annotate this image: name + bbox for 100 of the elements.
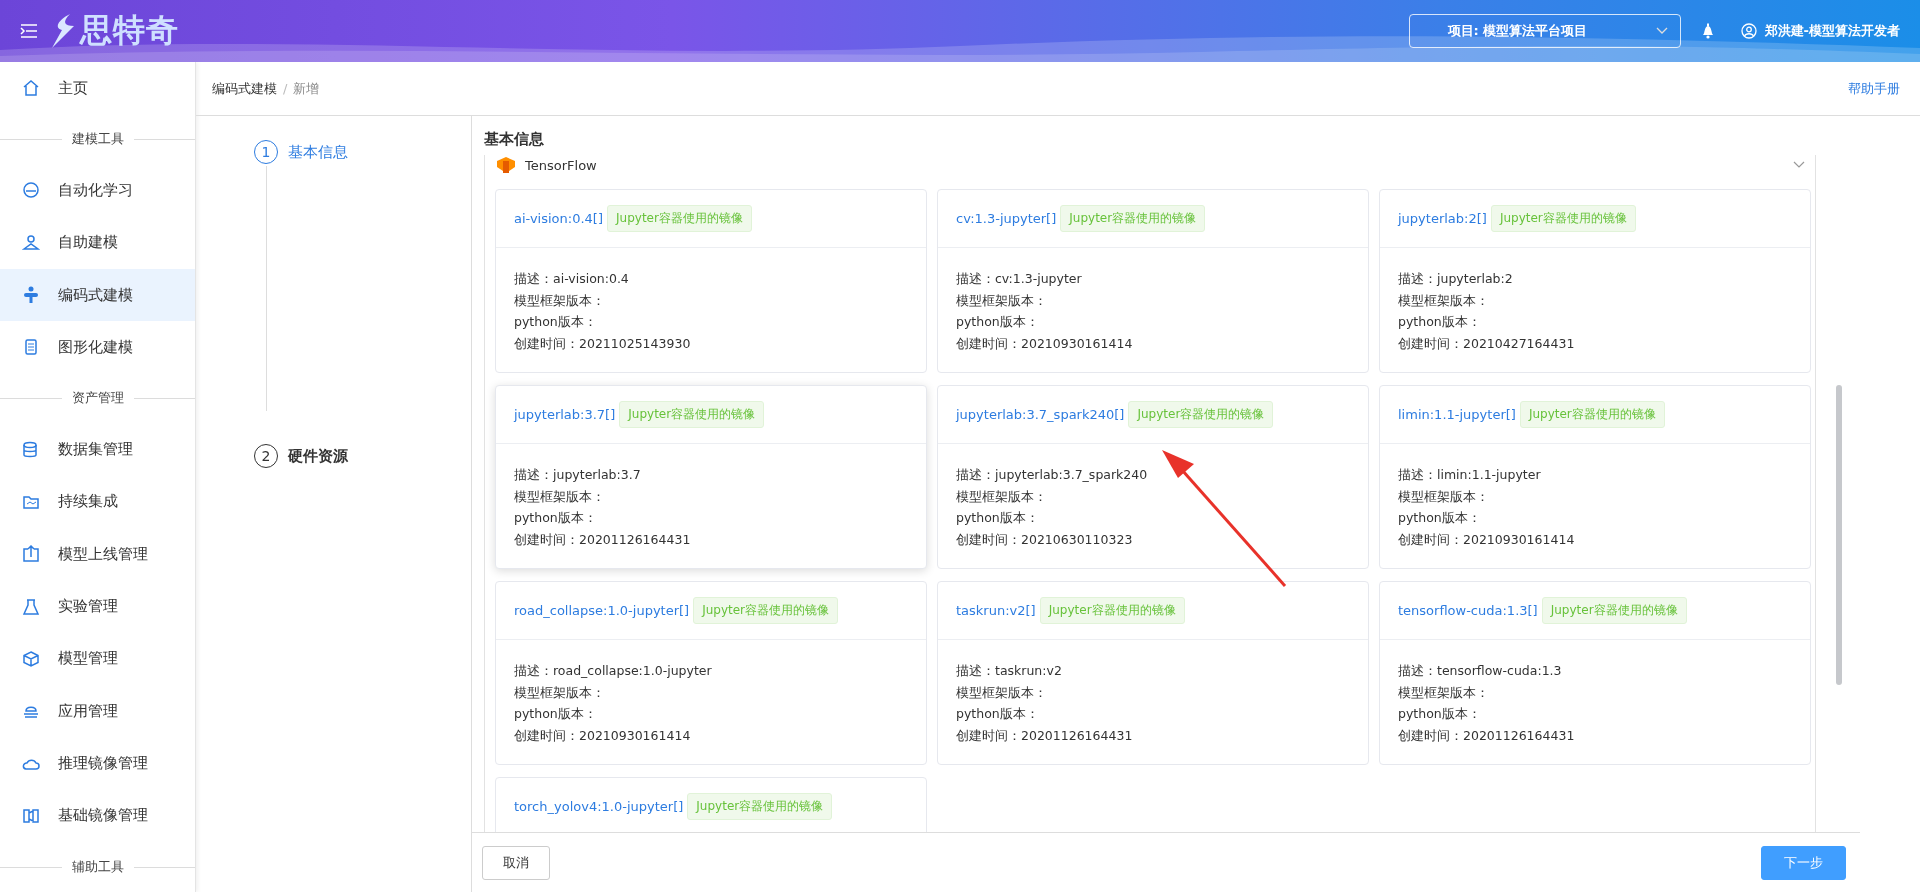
card-detail-text: 模型框架版本：: [1398, 487, 1490, 506]
card-detail-text: python版本：: [956, 509, 1040, 528]
card-detail-text: 描述：cv:1.3-jupyter: [956, 270, 1083, 288]
image-name-link[interactable]: jupyterlab:3.7[]: [514, 407, 616, 422]
chevron-down-icon: [1793, 161, 1805, 169]
sidebar-item[interactable]: 基础镜像管理: [0, 789, 195, 843]
upload-icon: [22, 545, 40, 564]
card-detail-text: python版本：: [1398, 313, 1482, 332]
bell-icon[interactable]: [1700, 23, 1715, 39]
sidebar-item[interactable]: 模型管理: [0, 632, 195, 686]
sidebar-item[interactable]: 自助建模: [0, 216, 195, 269]
chevron-down-icon: [1655, 27, 1668, 35]
sidebar-item[interactable]: 自动化学习: [0, 164, 195, 217]
image-tag: Jupyter容器使用的镜像: [1128, 401, 1274, 428]
cube-icon: [22, 649, 40, 668]
step[interactable]: 2 硬件资源: [254, 444, 348, 468]
menu-icon[interactable]: [20, 23, 38, 39]
image-tag: Jupyter容器使用的镜像: [1039, 597, 1185, 624]
breadcrumb-separator: /: [283, 80, 288, 96]
image-name-link[interactable]: ai-vision:0.4[]: [514, 211, 603, 226]
card-detail-text: 创建时间：20210930161414: [514, 726, 692, 745]
sidebar-item[interactable]: 模型上线管理: [0, 528, 195, 581]
card-detail-text: python版本：: [514, 313, 598, 332]
card-detail-text: 模型框架版本：: [956, 487, 1048, 506]
sidebar-item[interactable]: 编码式建模: [0, 268, 195, 322]
card-detail-text: python版本：: [956, 705, 1040, 724]
card-detail-text: 创建时间：20210630110323: [956, 530, 1134, 549]
card-detail-text: 描述：road_collapse:1.0-jupyter: [514, 662, 713, 680]
image-card[interactable]: limin:1.1-jupyter[] Jupyter容器使用的镜像 描述：limin:1.1-jupyter 模型框架版本： python版本： 创建时间：20210930161414: [1379, 385, 1811, 569]
image-tag: Jupyter容器使用的镜像: [1519, 401, 1665, 428]
image-name-link[interactable]: taskrun:v2[]: [956, 603, 1036, 618]
home-icon: [22, 79, 40, 98]
image-tag: Jupyter容器使用的镜像: [619, 401, 765, 428]
card-detail-text: 描述：jupyterlab:3.7_spark240: [956, 466, 1149, 484]
sidebar-item[interactable]: 数据集管理: [0, 423, 195, 476]
sidebar-item[interactable]: 推理镜像管理: [0, 737, 195, 790]
flask-icon: [22, 597, 40, 616]
step[interactable]: 1 基本信息: [254, 140, 348, 164]
card-detail-text: 创建时间：20210427164431: [1398, 334, 1576, 353]
card-detail-text: 创建时间：20201126164431: [1398, 726, 1576, 745]
user-name[interactable]: 郑洪建-模型算法开发者: [1764, 22, 1900, 40]
image-name-link[interactable]: jupyterlab:2[]: [1398, 211, 1487, 226]
card-detail-text: 描述：jupyterlab:2: [1398, 270, 1514, 288]
image-card[interactable]: cv:1.3-jupyter[] Jupyter容器使用的镜像 描述：cv:1.3-jupyter 模型框架版本： python版本： 创建时间：20210930161414: [937, 189, 1369, 373]
card-detail-text: 模型框架版本：: [514, 487, 606, 506]
image-name-link[interactable]: road_collapse:1.0-jupyter[]: [514, 603, 690, 618]
person-stack-icon: [22, 233, 40, 252]
sidebar-item[interactable]: 实验管理: [0, 580, 195, 633]
image-card[interactable]: road_collapse:1.0-jupyter[] Jupyter容器使用的镜像 描述：road_collapse:1.0-jupyter 模型框架版本： python版本： 创建时间：20210930161414: [495, 581, 927, 765]
image-card[interactable]: jupyterlab:3.7_spark240[] Jupyter容器使用的镜像 描述：jupyterlab:3.7_spark240 模型框架版本： python版本： 创建时间：20210630110323: [937, 385, 1369, 569]
help-link[interactable]: 帮助手册: [1848, 79, 1900, 98]
breadcrumb-item[interactable]: 编码式建模: [212, 80, 277, 96]
section-title: 基本信息: [483, 129, 545, 150]
card-detail-text: 模型框架版本：: [514, 291, 606, 310]
project-select[interactable]: 项目: 模型算法平台项目: [1408, 14, 1681, 48]
book-icon: [22, 807, 40, 825]
card-detail-text: 描述：ai-vision:0.4: [514, 270, 630, 288]
image-card[interactable]: jupyterlab:3.7[] Jupyter容器使用的镜像 描述：jupyterlab:3.7 模型框架版本： python版本： 创建时间：20201126164431: [495, 385, 927, 569]
sidebar-item[interactable]: 持续集成: [0, 475, 195, 529]
section-heading: 建模工具: [0, 114, 195, 165]
section-heading: 资产管理: [0, 373, 195, 424]
breadcrumb-item: 新增: [293, 80, 320, 96]
card-detail-text: 模型框架版本：: [956, 683, 1048, 702]
image-tag: Jupyter容器使用的镜像: [687, 793, 833, 820]
card-detail-text: 创建时间：20211025143930: [514, 334, 692, 353]
card-detail-text: python版本：: [1398, 509, 1482, 528]
image-name-link[interactable]: jupyterlab:3.7_spark240[]: [956, 407, 1125, 422]
image-name-link[interactable]: torch_yolov4:1.0-jupyter[]: [514, 799, 684, 814]
card-detail-text: 描述：jupyterlab:3.7: [514, 466, 642, 484]
image-card[interactable]: jupyterlab:2[] Jupyter容器使用的镜像 描述：jupyterlab:2 模型框架版本： python版本： 创建时间：20210427164431: [1379, 189, 1811, 373]
framework-group-header[interactable]: TensorFlow: [485, 155, 1815, 175]
image-card[interactable]: taskrun:v2[] Jupyter容器使用的镜像 描述：taskrun:v2 模型框架版本： python版本： 创建时间：20201126164431: [937, 581, 1369, 765]
card-detail-text: 创建时间：20210930161414: [956, 334, 1134, 353]
card-detail-text: python版本：: [514, 509, 598, 528]
document-icon: [22, 338, 40, 357]
sidebar-item[interactable]: 图形化建模: [0, 321, 195, 374]
image-tag: Jupyter容器使用的镜像: [1490, 205, 1636, 232]
image-name-link[interactable]: limin:1.1-jupyter[]: [1398, 407, 1516, 422]
image-name-link[interactable]: tensorflow-cuda:1.3[]: [1398, 603, 1538, 618]
image-tag: Jupyter容器使用的镜像: [1060, 205, 1206, 232]
image-name-link[interactable]: cv:1.3-jupyter[]: [956, 211, 1057, 226]
scrollbar-thumb[interactable]: [1836, 385, 1842, 685]
card-detail-text: python版本：: [1398, 705, 1482, 724]
project-select-value: 项目: 模型算法平台项目: [1447, 22, 1588, 40]
card-detail-text: 模型框架版本：: [514, 683, 606, 702]
user-icon[interactable]: [1740, 23, 1757, 39]
sidebar-item[interactable]: 应用管理: [0, 685, 195, 738]
image-card[interactable]: ai-vision:0.4[] Jupyter容器使用的镜像 描述：ai-vision:0.4 模型框架版本： python版本： 创建时间：20211025143930: [495, 189, 927, 373]
card-detail-text: python版本：: [514, 705, 598, 724]
card-detail-text: 描述：limin:1.1-jupyter: [1398, 466, 1542, 484]
section-heading: 辅助工具: [0, 842, 195, 892]
database-icon: [22, 440, 40, 459]
image-card[interactable]: tensorflow-cuda:1.3[] Jupyter容器使用的镜像 描述：tensorflow-cuda:1.3 模型框架版本： python版本： 创建时间：20201126164431: [1379, 581, 1811, 765]
card-detail-text: 创建时间：20201126164431: [514, 530, 692, 549]
sidebar-item[interactable]: 主页: [0, 62, 195, 115]
image-tag: Jupyter容器使用的镜像: [1541, 597, 1687, 624]
card-detail-text: 模型框架版本：: [1398, 683, 1490, 702]
card-detail-text: 模型框架版本：: [1398, 291, 1490, 310]
image-card[interactable]: torch_yolov4:1.0-jupyter[] Jupyter容器使用的镜像: [495, 777, 927, 832]
cancel-button[interactable]: 取消: [482, 845, 550, 880]
